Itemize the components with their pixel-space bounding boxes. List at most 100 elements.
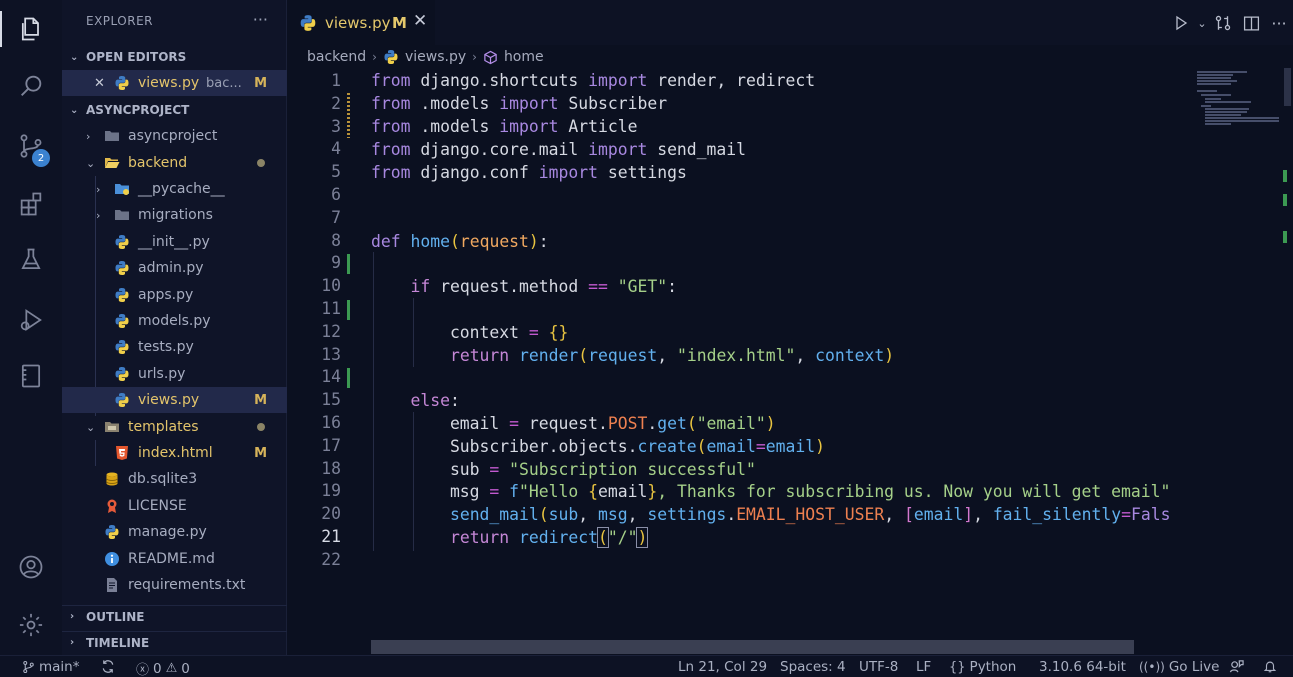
minimap-line [1197,90,1217,92]
tree-item-label: index.html [138,445,213,461]
modified-line-marker [347,93,350,138]
html-file-icon [114,445,130,461]
breadcrumb-folder[interactable]: backend [307,49,366,65]
go-live-label: Go Live [1168,659,1220,675]
run-debug-icon[interactable] [0,296,62,344]
minimap-slider[interactable] [1284,68,1291,106]
notebook-icon[interactable] [0,352,62,400]
horizontal-scrollbar[interactable] [371,640,1134,654]
modified-dot [257,159,265,167]
chevron-down-icon[interactable]: ⌄ [1195,10,1209,36]
end-of-line[interactable]: LF [916,659,931,675]
tree-item-license[interactable]: LICENSE [62,493,287,519]
encoding[interactable]: UTF-8 [859,659,898,675]
language-name: Python [969,659,1017,675]
project-section[interactable]: ⌄ ASYNCPROJECT [62,99,287,121]
python-file-icon [104,524,120,540]
code-line: email = request.POST.get("email") [371,414,776,433]
settings-gear-icon[interactable] [0,601,62,649]
warning-count: 0 [181,660,190,677]
folder-icon [104,128,120,144]
source-control-icon[interactable]: 2 [0,122,62,170]
sync-icon[interactable] [100,659,116,674]
activity-bar: 2 [0,0,62,655]
tree-item-templates[interactable]: ⌄ templates [62,414,287,440]
tree-item-index-html[interactable]: index.html M [62,440,287,466]
database-icon [104,471,120,487]
code-line: else: [410,391,460,410]
indentation[interactable]: Spaces: 4 [780,659,846,675]
tree-item-urls-py[interactable]: urls.py [62,361,287,387]
code-line: from .models import Subscriber [371,94,668,113]
tree-item-backend[interactable]: ⌄ backend [62,150,287,176]
tree-item-tests-py[interactable]: tests.py [62,334,287,360]
branch-indicator[interactable]: main* [22,659,79,675]
line-number: 1 [331,71,341,90]
tab-views-py[interactable]: views.py M ✕ [287,0,435,45]
notifications-bell-icon[interactable] [1263,659,1277,674]
minimap-line [1205,117,1279,119]
code-line: from django.conf import settings [371,163,687,182]
breadcrumb-symbol[interactable]: home [504,49,544,65]
more-actions-icon[interactable]: ··· [1265,10,1293,36]
tree-item-pycache[interactable]: › __pycache__ [62,176,287,202]
minimap-line [1197,71,1247,73]
tree-item-apps-py[interactable]: apps.py [62,282,287,308]
search-icon[interactable] [0,62,62,110]
cursor-position[interactable]: Ln 21, Col 29 [678,659,767,675]
split-editor-icon[interactable] [1237,10,1265,36]
tree-item-db-sqlite3[interactable]: db.sqlite3 [62,466,287,492]
language-mode[interactable]: {} Python [949,659,1016,675]
python-interpreter[interactable]: 3.10.6 64-bit [1039,659,1126,675]
outline-label: OUTLINE [86,609,145,624]
tree-item-requirements-txt[interactable]: requirements.txt [62,572,287,598]
minimap-change-marker [1283,194,1287,206]
extensions-icon[interactable] [0,180,62,228]
line-number: 18 [321,458,341,478]
added-line-marker [347,300,350,320]
minimap[interactable] [1193,68,1293,655]
outline-section[interactable]: › OUTLINE [62,605,287,627]
tree-item-readme-md[interactable]: README.md [62,546,287,572]
added-line-marker [347,368,350,388]
branch-name: main* [39,659,80,675]
tree-item-models-py[interactable]: models.py [62,308,287,334]
go-live-button[interactable]: ((•)) Go Live [1139,659,1219,675]
tree-item-label: templates [128,419,199,435]
feedback-icon[interactable] [1229,659,1244,674]
python-file-icon [114,366,130,382]
line-number: 2 [331,93,341,113]
tree-item-manage-py[interactable]: manage.py [62,519,287,545]
code-line: if request.method == "GET": [410,277,677,296]
python-file-icon [299,14,317,32]
line-number: 22 [321,549,341,569]
tree-item-asyncproject[interactable]: › asyncproject [62,123,287,149]
line-number: 7 [331,207,341,227]
tree-item-label: views.py [138,392,200,408]
explorer-icon[interactable] [0,5,62,53]
modified-dot [257,423,265,431]
code-editor[interactable]: 1 2 3 4 5 6 7 8 9 10 11 12 13 14 15 16 17 18 19 20 21 22 from… [287,68,1193,655]
compare-changes-icon[interactable] [1209,10,1237,36]
tree-item-views-py[interactable]: views.py M [62,387,287,413]
open-editors-section[interactable]: ⌄ OPEN EDITORS [62,46,287,68]
breadcrumb-file[interactable]: views.py [405,49,466,65]
chevron-down-icon: ⌄ [70,51,79,63]
problems-indicator[interactable]: ⓧ 0 ⚠ 0 [136,659,190,677]
open-editor-views-py[interactable]: ✕ views.py bac... M [62,70,287,96]
testing-icon[interactable] [0,236,62,284]
minimap-line [1201,94,1231,96]
more-actions-icon[interactable]: ··· [253,10,268,29]
account-icon[interactable] [0,543,62,591]
run-icon[interactable] [1167,10,1195,36]
close-icon[interactable]: ✕ [94,76,105,91]
chevron-down-icon: ⌄ [86,156,96,170]
close-icon[interactable]: ✕ [413,11,427,31]
open-editor-path: bac... [206,75,242,91]
tree-item-label: __pycache__ [138,181,225,197]
timeline-section[interactable]: › TIMELINE [62,631,287,653]
tree-item-init-py[interactable]: __init__.py [62,229,287,255]
code-line: send_mail(sub, msg, settings.EMAIL_HOST_… [449,505,1171,524]
tree-item-admin-py[interactable]: admin.py [62,255,287,281]
tree-item-migrations[interactable]: › migrations [62,202,287,228]
